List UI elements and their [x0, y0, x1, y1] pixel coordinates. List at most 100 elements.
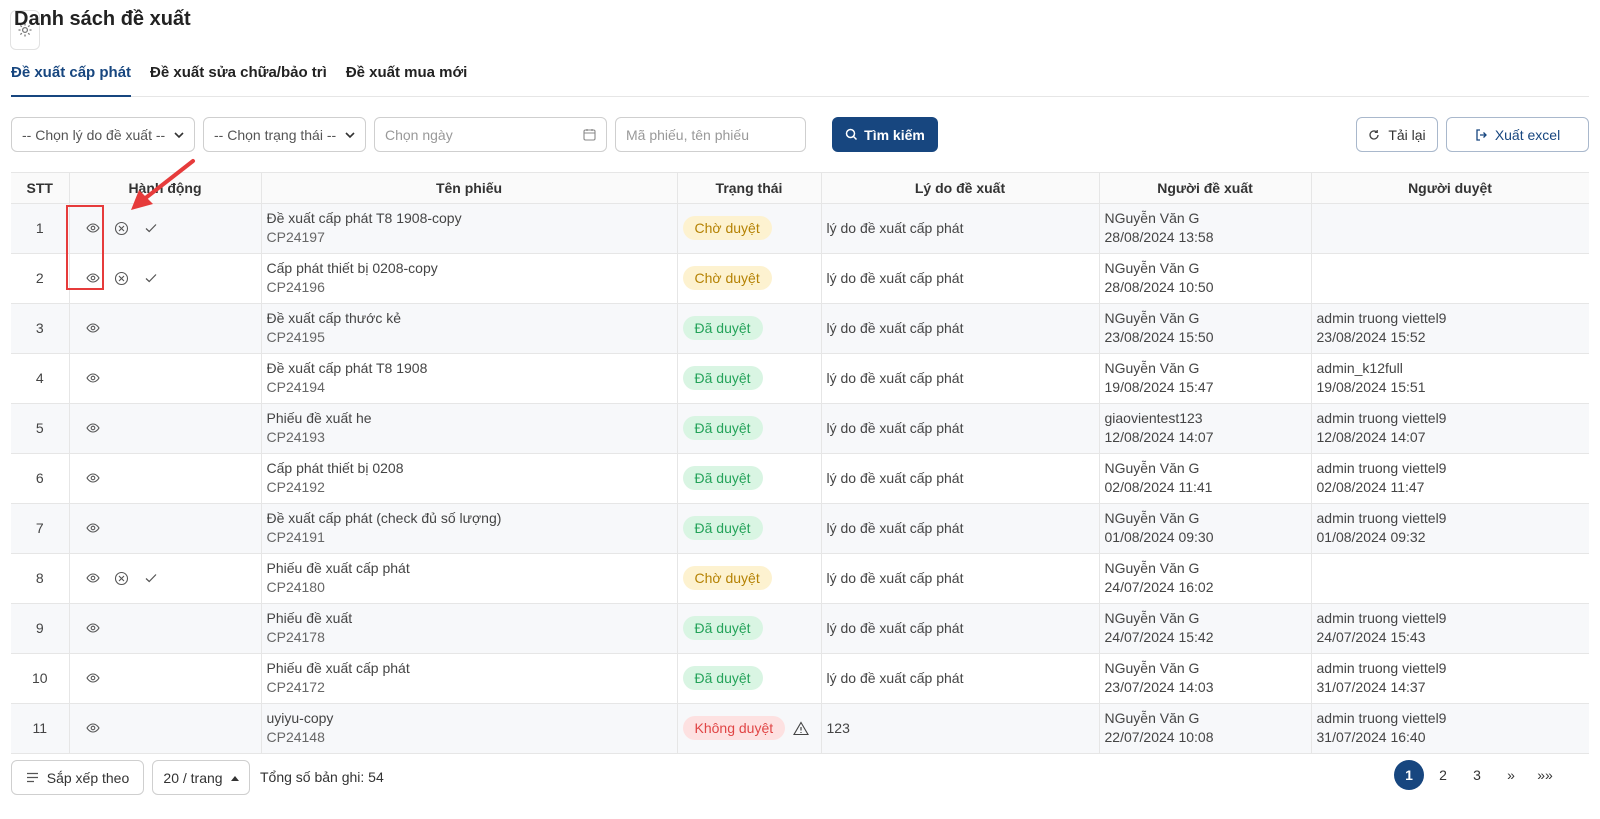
proposal-name: Cấp phát thiết bị 0208 — [266, 460, 404, 476]
page-size-select[interactable]: 20 / trang — [152, 760, 250, 795]
row-approver — [1311, 253, 1589, 304]
column-header-approver[interactable]: Người duyệt — [1311, 173, 1589, 204]
proposed-time: 23/07/2024 14:03 — [1104, 679, 1214, 695]
row-status: Chờ duyệt — [677, 203, 822, 254]
view-icon[interactable] — [85, 370, 101, 386]
row-name: Cấp phát thiết bị 0208-copy CP24196 — [261, 253, 678, 304]
column-header-status[interactable]: Trạng thái — [677, 173, 822, 204]
approve-icon[interactable] — [143, 570, 159, 586]
approved-time: 31/07/2024 16:40 — [1316, 729, 1426, 745]
sort-button[interactable]: Sắp xếp theo — [11, 760, 144, 795]
row-stt: 10 — [11, 653, 70, 704]
next-page-button[interactable]: » — [1496, 760, 1526, 790]
proposed-time: 12/08/2024 14:07 — [1104, 429, 1214, 445]
proposed-time: 24/07/2024 15:42 — [1104, 629, 1214, 645]
tab-allocation[interactable]: Đề xuất cấp phát — [11, 60, 132, 97]
reason-select[interactable]: -- Chọn lý do đề xuất -- — [11, 117, 195, 152]
reload-button[interactable]: Tải lại — [1356, 117, 1438, 152]
status-badge: Đã duyệt — [682, 366, 763, 390]
approver-name: admin truong viettel9 — [1316, 660, 1447, 676]
table-row: 9 Phiếu đề xuất CP24178 Đã duyệt lý do đề xu… — [11, 603, 1589, 654]
proposer-name: NGuyễn Văn G — [1104, 610, 1200, 626]
row-proposer: NGuyễn Văn G 02/08/2024 11:41 — [1099, 453, 1312, 504]
proposer-name: NGuyễn Văn G — [1104, 560, 1200, 576]
row-stt: 1 — [11, 203, 70, 254]
proposal-code: CP24195 — [266, 329, 325, 345]
row-stt: 3 — [11, 303, 70, 354]
proposed-time: 02/08/2024 11:41 — [1104, 479, 1213, 495]
row-status: Đã duyệt — [677, 653, 822, 704]
row-stt: 9 — [11, 603, 70, 654]
column-header-name[interactable]: Tên phiếu — [261, 173, 678, 204]
proposal-name: Đề xuất cấp phát (check đủ số lượng) — [266, 510, 502, 526]
status-badge: Chờ duyệt — [682, 566, 772, 590]
page-title: Danh sách đề xuất — [14, 8, 191, 30]
view-icon[interactable] — [85, 320, 101, 336]
export-excel-button[interactable]: Xuất excel — [1446, 117, 1589, 152]
page-2[interactable]: 2 — [1428, 760, 1458, 790]
approve-icon[interactable] — [143, 220, 159, 236]
reject-icon[interactable] — [114, 570, 130, 586]
row-name: Đề xuất cấp phát T8 1908-copy CP24197 — [261, 203, 678, 254]
row-stt: 7 — [11, 503, 70, 554]
reject-icon[interactable] — [114, 270, 130, 286]
row-name: Phiếu đề xuất cấp phát CP24172 — [261, 653, 678, 704]
row-status: Chờ duyệt — [677, 553, 822, 604]
view-icon[interactable] — [85, 670, 101, 686]
view-icon[interactable] — [85, 520, 101, 536]
approved-time: 01/08/2024 09:32 — [1316, 529, 1426, 545]
view-icon[interactable] — [85, 570, 101, 586]
row-actions — [69, 503, 262, 554]
tab-new-purchase[interactable]: Đề xuất mua mới — [346, 60, 468, 97]
row-status: Không duyệt — [677, 703, 822, 754]
column-header-stt[interactable]: STT — [11, 173, 70, 204]
table-row: 4 Đề xuất cấp phát T8 1908 CP24194 Đã duyệt… — [11, 353, 1589, 404]
view-icon[interactable] — [85, 420, 101, 436]
view-icon[interactable] — [85, 620, 101, 636]
search-button[interactable]: Tìm kiếm — [832, 117, 938, 152]
proposal-name: Phiếu đề xuất cấp phát — [266, 560, 410, 576]
approve-icon[interactable] — [143, 270, 159, 286]
row-status: Đã duyệt — [677, 303, 822, 354]
page-3[interactable]: 3 — [1462, 760, 1492, 790]
proposal-name: Đề xuất cấp phát T8 1908 — [266, 360, 428, 376]
column-header-reason[interactable]: Lý do đề xuất — [821, 173, 1100, 204]
approver-name: admin truong viettel9 — [1316, 510, 1447, 526]
status-select[interactable]: -- Chọn trạng thái -- — [203, 117, 366, 152]
total-records: Tổng số bản ghi: 54 — [260, 769, 384, 785]
row-reason: lý do đề xuất cấp phát — [821, 253, 1100, 304]
page-1[interactable]: 1 — [1394, 760, 1424, 790]
tab-bar: Đề xuất cấp phát Đề xuất sửa chữa/bảo tr… — [11, 60, 1589, 97]
row-proposer: NGuyễn Văn G 19/08/2024 15:47 — [1099, 353, 1312, 404]
proposal-table: STT Hành động Tên phiếu Trạng thái Lý do… — [11, 172, 1589, 758]
proposal-name: Phiếu đề xuất cấp phát — [266, 660, 410, 676]
row-name: uyiyu-copy CP24148 — [261, 703, 678, 754]
column-header-proposer[interactable]: Người đề xuất — [1099, 173, 1312, 204]
row-status: Đã duyệt — [677, 503, 822, 554]
last-page-button[interactable]: »» — [1530, 760, 1560, 790]
annotation-arrow-icon — [131, 159, 195, 210]
proposed-time: 01/08/2024 09:30 — [1104, 529, 1214, 545]
annotation-highlight-box — [66, 205, 104, 290]
view-icon[interactable] — [85, 720, 101, 736]
proposal-name: Phiếu đề xuất — [266, 610, 353, 626]
proposal-code: CP24197 — [266, 229, 325, 245]
reject-icon[interactable] — [114, 220, 130, 236]
proposed-time: 28/08/2024 13:58 — [1104, 229, 1214, 245]
calendar-icon — [583, 129, 596, 141]
view-icon[interactable] — [85, 470, 101, 486]
row-name: Đề xuất cấp phát T8 1908 CP24194 — [261, 353, 678, 404]
tab-repair[interactable]: Đề xuất sửa chữa/bảo trì — [150, 60, 327, 97]
warning-icon[interactable] — [793, 720, 810, 736]
date-picker[interactable]: Chọn ngày — [374, 117, 607, 152]
status-badge: Đã duyệt — [682, 666, 763, 690]
proposal-code: CP24194 — [266, 379, 325, 395]
approver-name: admin truong viettel9 — [1316, 410, 1447, 426]
keyword-input[interactable]: Mã phiếu, tên phiếu — [615, 117, 806, 152]
row-actions — [69, 553, 262, 604]
row-proposer: NGuyễn Văn G 23/07/2024 14:03 — [1099, 653, 1312, 704]
proposal-code: CP24191 — [266, 529, 325, 545]
row-reason: lý do đề xuất cấp phát — [821, 403, 1100, 454]
row-approver: admin truong viettel9 12/08/2024 14:07 — [1311, 403, 1589, 454]
status-badge: Đã duyệt — [682, 466, 763, 490]
